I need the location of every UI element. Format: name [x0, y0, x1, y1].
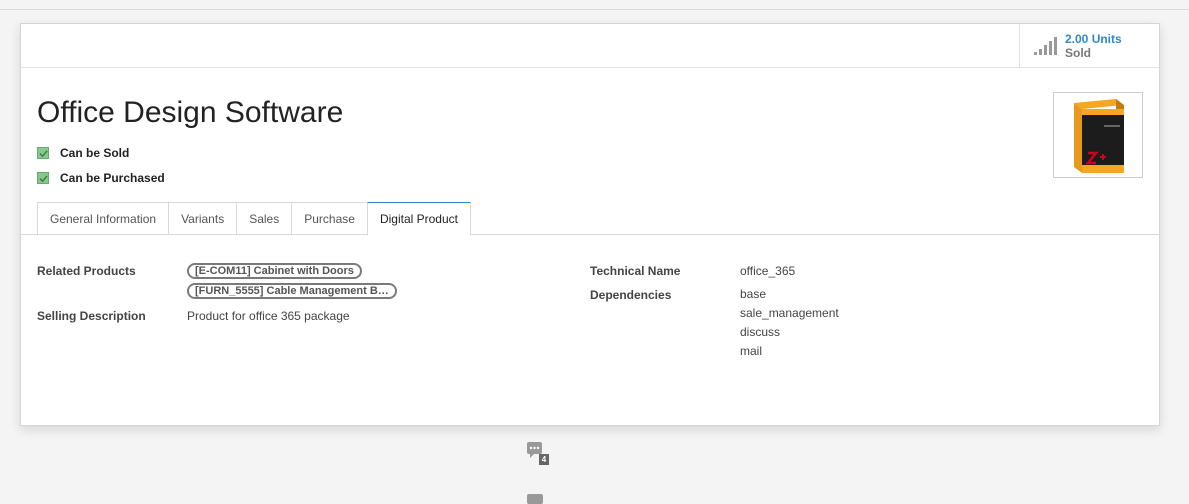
units-sold-label: Sold — [1065, 46, 1091, 60]
dependencies-label: Dependencies — [590, 288, 672, 302]
tab-sales[interactable]: Sales — [236, 202, 292, 235]
checkmark-icon — [38, 149, 48, 157]
technical-name-label: Technical Name — [590, 264, 681, 278]
can-be-sold-label: Can be Sold — [60, 146, 130, 160]
product-title: Office Design Software — [37, 96, 344, 129]
dependency-item: discuss — [740, 325, 781, 339]
message-icon[interactable] — [527, 494, 543, 504]
can-be-purchased-row: Can be Purchased — [37, 171, 165, 185]
tab-general-information[interactable]: General Information — [37, 202, 169, 235]
top-divider — [0, 9, 1189, 10]
technical-name-value: office_365 — [740, 264, 796, 278]
can-be-purchased-label: Can be Purchased — [60, 171, 165, 185]
tab-variants[interactable]: Variants — [168, 202, 237, 235]
button-box: 2.00 Units Sold — [21, 24, 1159, 68]
can-be-sold-row: Can be Sold — [37, 146, 129, 160]
product-image[interactable] — [1053, 92, 1143, 178]
form-sheet: 2.00 Units Sold Office Design Software C… — [20, 23, 1160, 426]
related-product-tag[interactable]: [E-COM11] Cabinet with Doors — [187, 263, 362, 279]
units-sold-value: 2.00 Units — [1065, 32, 1122, 46]
comments-icon[interactable]: 4 — [527, 442, 549, 466]
checkmark-icon — [38, 174, 48, 182]
selling-description-value: Product for office 365 package — [187, 309, 350, 323]
notebook-tabs: General Information Variants Sales Purch… — [37, 202, 471, 236]
tab-purchase[interactable]: Purchase — [291, 202, 367, 235]
bar-chart-signal-icon — [1034, 37, 1057, 55]
can-be-sold-checkbox[interactable] — [37, 147, 49, 159]
related-product-tag[interactable]: [FURN_5555] Cable Management B… — [187, 283, 397, 299]
tab-digital-product[interactable]: Digital Product — [366, 202, 471, 236]
related-products-label: Related Products — [37, 264, 136, 278]
software-box-image — [1074, 99, 1124, 173]
units-sold-button[interactable]: 2.00 Units Sold — [1019, 24, 1159, 68]
dependency-item: sale_management — [740, 306, 839, 320]
can-be-purchased-checkbox[interactable] — [37, 172, 49, 184]
dependency-item: base — [740, 287, 767, 301]
selling-description-label: Selling Description — [37, 309, 146, 323]
dependencies-list: base sale_management discuss mail — [740, 287, 839, 363]
comments-count: 4 — [541, 455, 547, 464]
dependency-item: mail — [740, 344, 763, 358]
